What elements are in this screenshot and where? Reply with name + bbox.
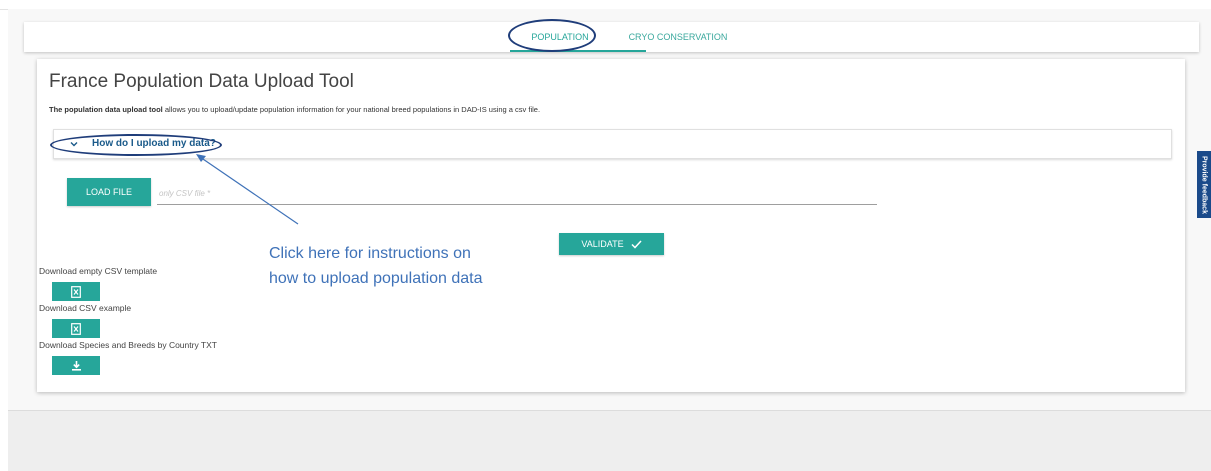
tab-bar: POPULATION CRYO CONSERVATION: [24, 22, 1199, 52]
annotation-line-1: Click here for instructions on: [269, 245, 471, 262]
page-description: The population data upload tool allows y…: [49, 105, 540, 114]
download-template-label: Download empty CSV template: [39, 266, 158, 276]
tab-cryo-conservation[interactable]: CRYO CONSERVATION: [618, 22, 738, 52]
check-icon: [631, 239, 642, 249]
download-species-label: Download Species and Breeds by Country T…: [39, 340, 217, 350]
annotation-ellipse-tab: [508, 19, 596, 52]
excel-file-icon: [71, 285, 81, 298]
page-title: France Population Data Upload Tool: [49, 71, 354, 92]
csv-file-input[interactable]: [157, 182, 877, 205]
upload-card: France Population Data Upload Tool The p…: [37, 59, 1185, 392]
annotation-ellipse-accordion: [50, 134, 222, 156]
validate-button[interactable]: VALIDATE: [559, 233, 664, 255]
active-tab-indicator: [510, 50, 646, 52]
download-species-button[interactable]: [52, 356, 100, 375]
download-example-button[interactable]: [52, 319, 100, 338]
description-text: allows you to upload/update population i…: [162, 105, 541, 114]
annotation-line-2: how to upload population data: [269, 270, 483, 287]
download-example-label: Download CSV example: [39, 303, 132, 313]
download-template-button[interactable]: [52, 282, 100, 301]
download-icon: [71, 361, 81, 371]
load-file-button[interactable]: LOAD FILE: [67, 178, 151, 206]
validate-label: VALIDATE: [581, 239, 624, 249]
provide-feedback-tab[interactable]: Provide feedback: [1197, 151, 1211, 218]
excel-file-icon: [71, 322, 81, 335]
footer-band: [8, 410, 1211, 471]
annotation-callout: Click here for instructions on how to up…: [269, 241, 483, 291]
description-bold: The population data upload tool: [49, 105, 163, 114]
feedback-label: Provide feedback: [1200, 155, 1208, 214]
